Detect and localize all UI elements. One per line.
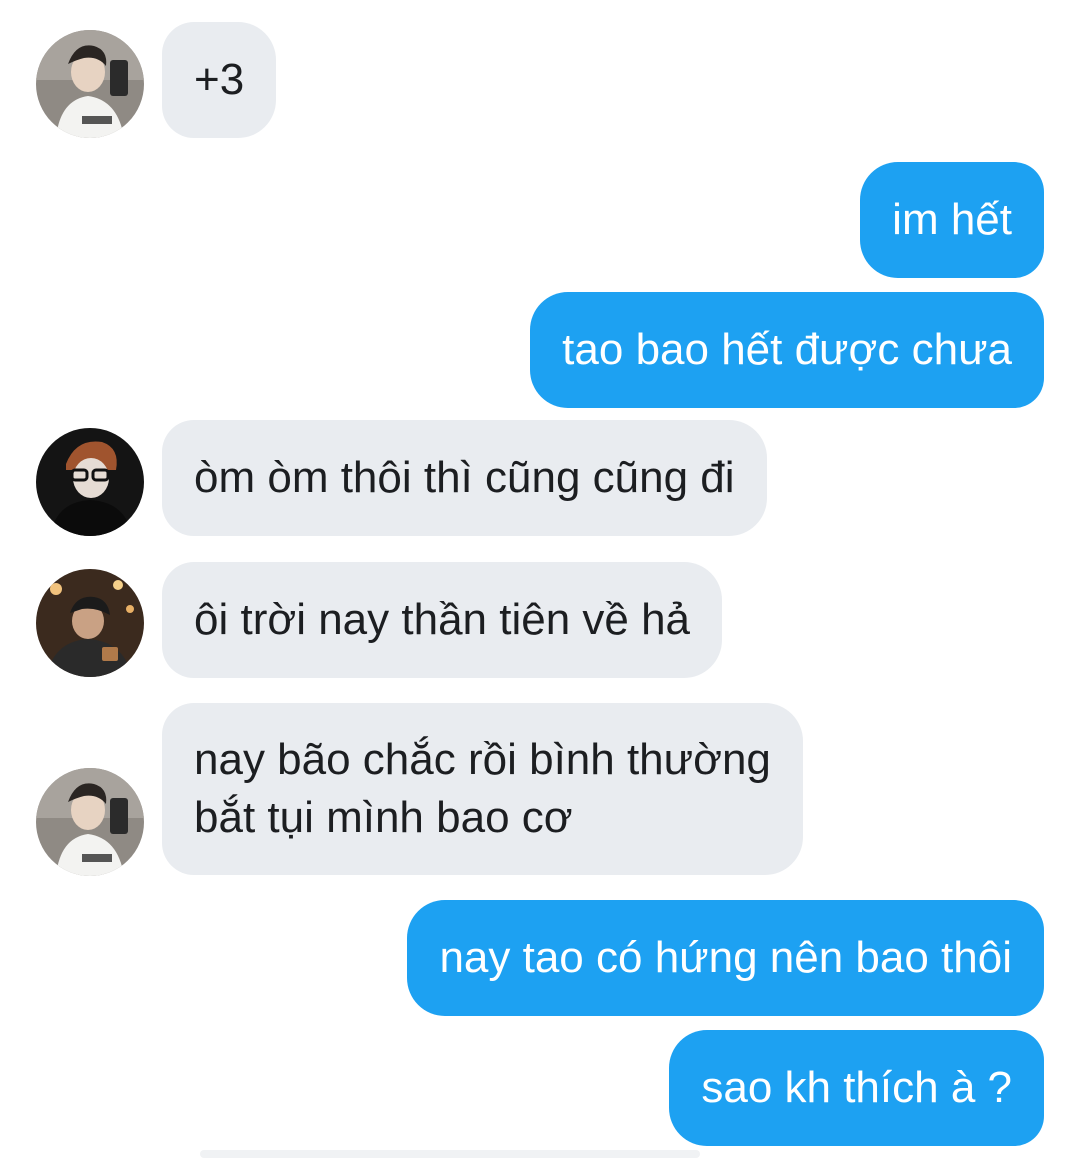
message-text: sao kh thích à ? xyxy=(701,1063,1012,1112)
message-text: im hết xyxy=(892,195,1012,244)
avatar-person-1-icon xyxy=(36,768,144,876)
message-bubble-incoming[interactable]: +3 xyxy=(162,22,277,138)
message-bubble-incoming[interactable]: nay bão chắc rồi bình thường bắt tụi mìn… xyxy=(162,703,803,875)
avatar[interactable] xyxy=(36,30,144,138)
message-bubble-outgoing[interactable]: sao kh thích à ? xyxy=(669,1030,1044,1146)
message-bubble-incoming[interactable]: òm òm thôi thì cũng cũng đi xyxy=(162,420,767,536)
avatar[interactable] xyxy=(36,569,144,677)
avatar[interactable] xyxy=(36,428,144,536)
message-text: tao bao hết được chưa xyxy=(562,325,1012,374)
avatar-person-2-icon xyxy=(36,428,144,536)
message-text: ôi trời nay thần tiên về hả xyxy=(194,595,691,644)
avatar[interactable] xyxy=(36,768,144,876)
message-text: nay tao có hứng nên bao thôi xyxy=(439,933,1012,982)
avatar-person-3-icon xyxy=(36,569,144,677)
message-text: òm òm thôi thì cũng cũng đi xyxy=(194,453,735,502)
message-bubble-incoming[interactable]: ôi trời nay thần tiên về hả xyxy=(162,562,723,678)
message-text: +3 xyxy=(194,55,245,104)
message-text-line: nay bão chắc rồi bình thường xyxy=(194,735,771,784)
message-bubble-outgoing[interactable]: nay tao có hứng nên bao thôi xyxy=(407,900,1044,1016)
message-bubble-outgoing[interactable]: im hết xyxy=(860,162,1044,278)
message-text-line: bắt tụi mình bao cơ xyxy=(194,793,573,842)
avatar-person-1-icon xyxy=(36,30,144,138)
bottom-divider xyxy=(200,1150,700,1158)
message-bubble-outgoing[interactable]: tao bao hết được chưa xyxy=(530,292,1044,408)
